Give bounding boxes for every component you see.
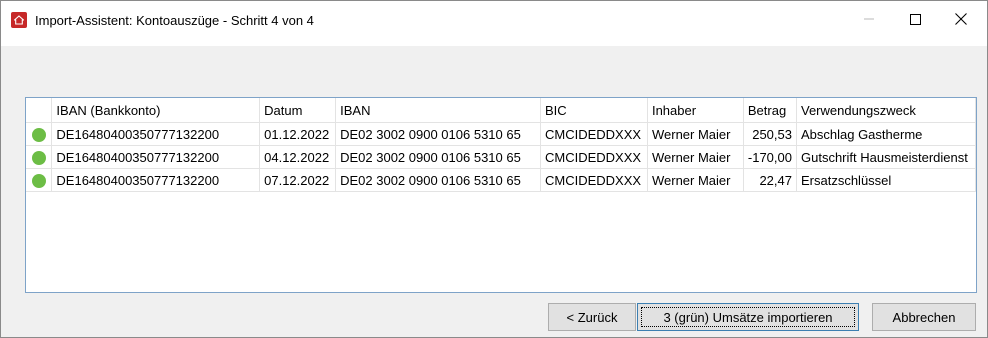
- cell-datum: 04.12.2022: [259, 145, 337, 169]
- table-row[interactable]: DE16480400350777132200 07.12.2022 DE02 3…: [26, 168, 977, 192]
- import-button-label: 3 (grün) Umsätze importieren: [641, 307, 855, 327]
- close-icon: [955, 13, 967, 25]
- column-header-inhaber[interactable]: Inhaber: [647, 98, 744, 123]
- cell-iban-bankkonto: DE16480400350777132200: [51, 168, 261, 192]
- house-icon: [11, 12, 27, 28]
- cell-bic: CMCIDEDDXXX: [540, 122, 648, 146]
- column-header-verwendungszweck[interactable]: Verwendungszweck: [796, 98, 977, 123]
- column-header-betrag[interactable]: Betrag: [743, 98, 797, 123]
- cell-inhaber: Werner Maier: [647, 145, 744, 169]
- transactions-grid[interactable]: IBAN (Bankkonto) Datum IBAN BIC Inhaber …: [25, 97, 977, 293]
- minimize-button[interactable]: [846, 1, 892, 37]
- cell-verwendungszweck: Abschlag Gastherme: [796, 122, 977, 146]
- cell-iban-bankkonto: DE16480400350777132200: [51, 145, 261, 169]
- column-header-iban[interactable]: IBAN: [335, 98, 541, 123]
- cell-iban-bankkonto: DE16480400350777132200: [51, 122, 261, 146]
- title-bar: Import-Assistent: Kontoauszüge - Schritt…: [1, 1, 987, 46]
- cell-datum: 07.12.2022: [259, 168, 337, 192]
- transactions-table: IBAN (Bankkonto) Datum IBAN BIC Inhaber …: [26, 98, 977, 192]
- table-row[interactable]: DE16480400350777132200 04.12.2022 DE02 3…: [26, 145, 977, 169]
- table-row[interactable]: DE16480400350777132200 01.12.2022 DE02 3…: [26, 122, 977, 146]
- status-green-dot-icon: [31, 173, 46, 188]
- cell-datum: 01.12.2022: [259, 122, 337, 146]
- import-button[interactable]: 3 (grün) Umsätze importieren: [637, 303, 859, 331]
- cell-iban: DE02 3002 0900 0106 5310 65: [335, 122, 541, 146]
- cell-inhaber: Werner Maier: [647, 122, 744, 146]
- cell-inhaber: Werner Maier: [647, 168, 744, 192]
- status-green-dot-icon: [31, 127, 46, 142]
- cell-verwendungszweck: Gutschrift Hausmeisterdienst: [796, 145, 977, 169]
- back-button[interactable]: < Zurück: [548, 303, 636, 331]
- import-wizard-window: Import-Assistent: Kontoauszüge - Schritt…: [0, 0, 988, 338]
- cell-bic: CMCIDEDDXXX: [540, 168, 648, 192]
- column-header-datum[interactable]: Datum: [259, 98, 337, 123]
- status-cell: [26, 122, 53, 146]
- cancel-button[interactable]: Abbrechen: [872, 303, 976, 331]
- minimize-icon: [864, 18, 874, 20]
- close-button[interactable]: [938, 1, 984, 37]
- maximize-button[interactable]: [892, 1, 938, 37]
- table-header-row: IBAN (Bankkonto) Datum IBAN BIC Inhaber …: [26, 98, 977, 123]
- cell-iban: DE02 3002 0900 0106 5310 65: [335, 168, 541, 192]
- status-cell: [26, 145, 53, 169]
- window-title: Import-Assistent: Kontoauszüge - Schritt…: [35, 13, 314, 28]
- cell-iban: DE02 3002 0900 0106 5310 65: [335, 145, 541, 169]
- cell-betrag: -170,00: [743, 145, 797, 169]
- cell-bic: CMCIDEDDXXX: [540, 145, 648, 169]
- maximize-icon: [909, 13, 921, 25]
- cell-betrag: 250,53: [743, 122, 797, 146]
- cell-verwendungszweck: Ersatzschlüssel: [796, 168, 977, 192]
- column-header-status[interactable]: [26, 98, 53, 123]
- status-green-dot-icon: [31, 150, 46, 165]
- status-cell: [26, 168, 53, 192]
- column-header-bic[interactable]: BIC: [540, 98, 648, 123]
- column-header-iban-bankkonto[interactable]: IBAN (Bankkonto): [51, 98, 261, 123]
- cell-betrag: 22,47: [743, 168, 797, 192]
